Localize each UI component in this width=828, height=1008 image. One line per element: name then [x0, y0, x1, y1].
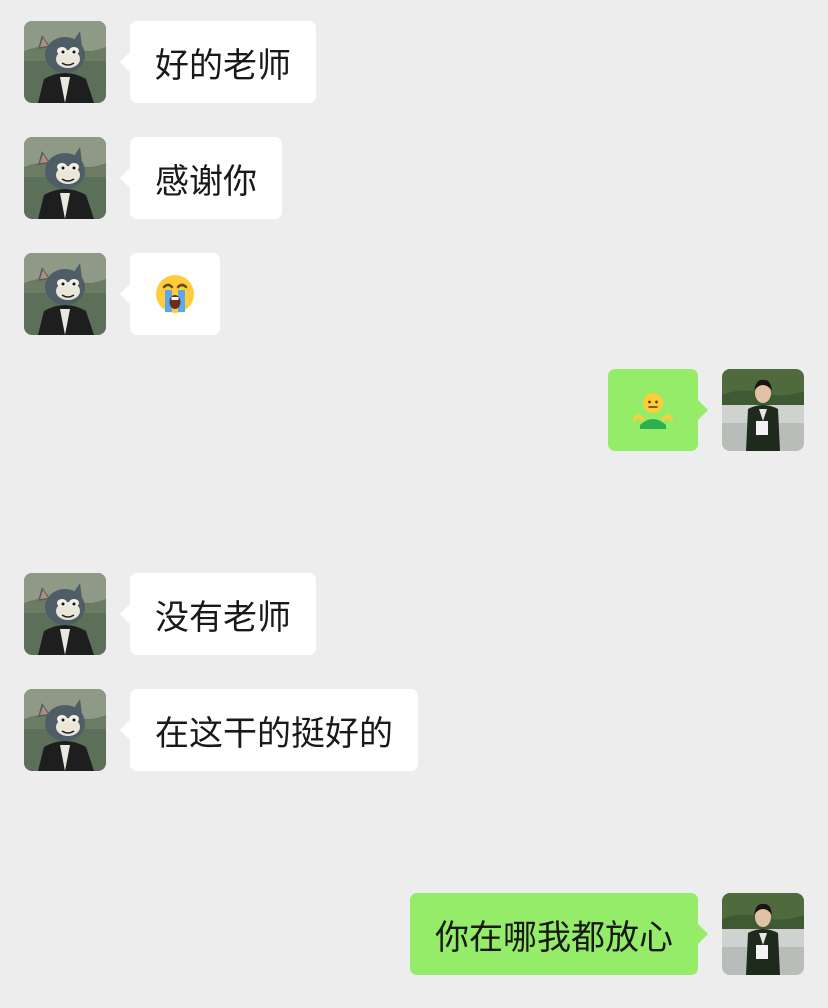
message-text: 在这干的挺好的 — [155, 713, 393, 754]
message-text: 你在哪我都放心 — [435, 917, 673, 958]
message-row: 在这干的挺好的 — [0, 689, 828, 771]
message-bubble[interactable] — [120, 253, 220, 335]
self-avatar[interactable] — [722, 893, 804, 975]
message-row: 你在哪我都放心 — [0, 893, 828, 975]
uniformed-woman-avatar-icon — [722, 893, 804, 975]
contact-avatar[interactable] — [24, 21, 106, 103]
tom-cat-avatar-icon — [24, 689, 106, 771]
contact-avatar[interactable] — [24, 137, 106, 219]
message-bubble[interactable]: 在这干的挺好的 — [120, 689, 418, 771]
self-avatar[interactable] — [722, 369, 804, 451]
tom-cat-avatar-icon — [24, 21, 106, 103]
message-text: 没有老师 — [155, 597, 291, 638]
message-text: 好的老师 — [155, 45, 291, 86]
uniformed-woman-avatar-icon — [722, 369, 804, 451]
message-bubble[interactable]: 感谢你 — [120, 137, 282, 219]
contact-avatar[interactable] — [24, 573, 106, 655]
message-row — [0, 369, 828, 451]
message-bubble[interactable]: 没有老师 — [120, 573, 316, 655]
contact-avatar[interactable] — [24, 689, 106, 771]
chat-view: 好的老师 感谢你 没有老师 在这干的挺好的 你在哪我都放心 — [0, 0, 828, 1008]
message-bubble[interactable] — [608, 369, 708, 451]
message-row: 没有老师 — [0, 573, 828, 655]
person-shrugging-emoji-icon — [633, 393, 673, 429]
tom-cat-avatar-icon — [24, 253, 106, 335]
message-text: 感谢你 — [155, 161, 257, 202]
tom-cat-avatar-icon — [24, 137, 106, 219]
message-row: 好的老师 — [0, 21, 828, 103]
message-bubble[interactable]: 你在哪我都放心 — [410, 893, 708, 975]
message-row — [0, 253, 828, 335]
message-row: 感谢你 — [0, 137, 828, 219]
tom-cat-avatar-icon — [24, 573, 106, 655]
contact-avatar[interactable] — [24, 253, 106, 335]
loudly-crying-face-emoji-icon — [156, 275, 194, 313]
message-bubble[interactable]: 好的老师 — [120, 21, 316, 103]
